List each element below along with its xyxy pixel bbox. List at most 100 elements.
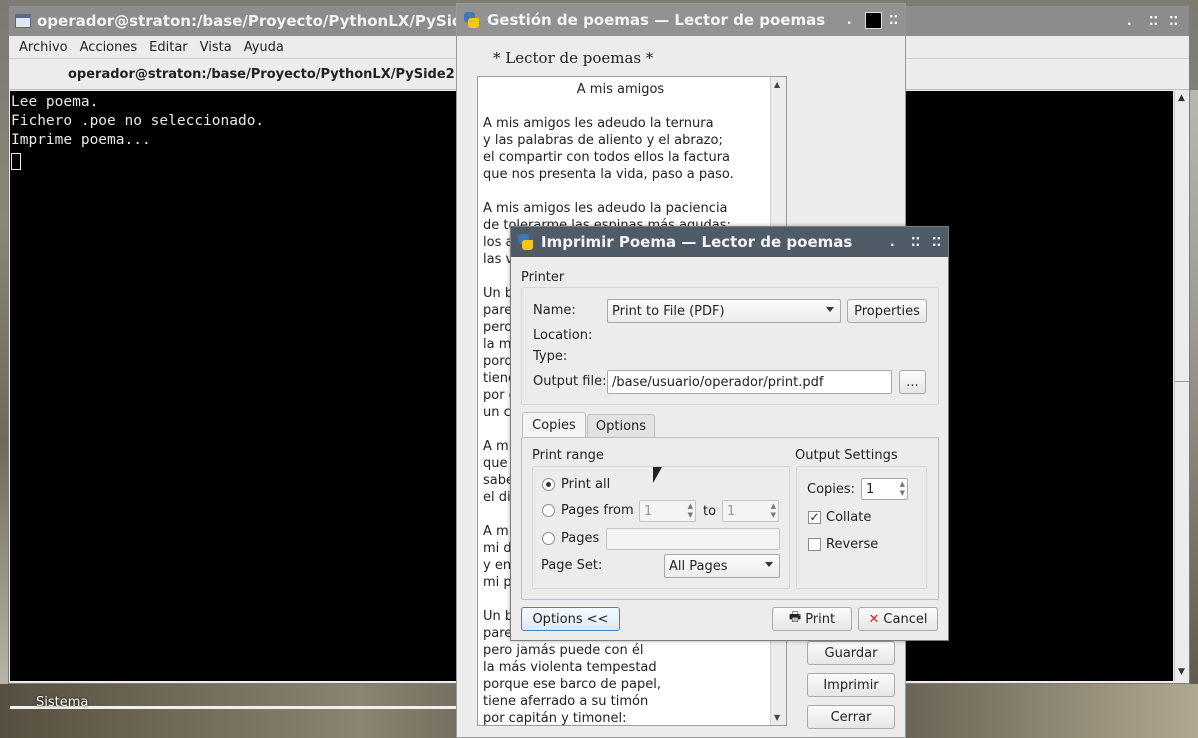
spin-down-icon: ▼	[687, 511, 693, 519]
close-icon[interactable]: ⁚⁚	[889, 13, 898, 27]
from-page-spinbox[interactable]: 1 ▲ ▼	[639, 500, 696, 522]
poem-line: pero jamás puede con él	[483, 643, 644, 658]
poem-line: tiene aferrado a su timón	[483, 694, 649, 709]
pages-radio[interactable]	[542, 532, 555, 545]
copies-value: 1	[866, 481, 875, 497]
spin-down-icon: ▼	[899, 489, 905, 497]
print-all-label: Print all	[561, 477, 611, 492]
close-button[interactable]: Cerrar	[807, 705, 895, 729]
menu-editar[interactable]: Editar	[143, 40, 194, 55]
options-toggle-button[interactable]: Options <<	[521, 607, 620, 631]
spin-up-icon: ▲	[687, 502, 693, 510]
python-icon	[462, 11, 480, 29]
type-label: Type:	[533, 349, 568, 364]
poem-line: la más violenta tempestad	[483, 660, 657, 675]
print-dialog-titlebar[interactable]: Imprimir Poema — Lector de poemas . ⁚⁚ ⁚…	[511, 227, 948, 257]
poem-line: que nos presenta la vida, paso a paso.	[483, 167, 734, 182]
printer-name-select[interactable]: Print to File (PDF)	[607, 299, 841, 323]
menu-vista[interactable]: Vista	[194, 40, 238, 55]
poem-line: y las palabras de aliento y el abrazo;	[483, 133, 723, 148]
page-set-select[interactable]: All Pages	[664, 554, 780, 578]
poem-line: por capitán y timonel:	[483, 711, 627, 726]
text-cursor	[11, 153, 21, 170]
properties-button[interactable]: Properties	[847, 299, 927, 323]
chevron-down-icon	[826, 307, 834, 312]
collate-checkbox[interactable]: ✓	[808, 511, 821, 524]
maximize-icon[interactable]: ⁚⁚	[1149, 14, 1158, 28]
print-dialog-title: Imprimir Poema — Lector de poemas	[541, 233, 853, 251]
browse-button[interactable]: ...	[899, 370, 926, 394]
pages-label: Pages	[561, 531, 600, 546]
chevron-down-icon	[765, 562, 773, 567]
terminal-title: operador@straton:/base/Proyecto/PythonLX…	[37, 12, 484, 30]
scroll-down-icon[interactable]: ▼	[774, 713, 780, 722]
printer-icon: 🖶	[788, 610, 802, 625]
output-file-input[interactable]: /base/usuario/operador/print.pdf	[607, 370, 892, 394]
save-button[interactable]: Guardar	[807, 641, 895, 665]
scroll-handle[interactable]	[1175, 381, 1189, 382]
tab-options[interactable]: Options	[587, 414, 655, 438]
menu-archivo[interactable]: Archivo	[13, 40, 74, 55]
close-icon[interactable]: ⁚⁚	[1169, 14, 1178, 28]
name-label: Name:	[533, 303, 576, 318]
poem-window-title: Gestión de poemas — Lector de poemas	[487, 11, 826, 29]
menu-acciones[interactable]: Acciones	[74, 40, 144, 55]
tab-copies[interactable]: Copies	[522, 412, 586, 438]
print-range-label: Print range	[532, 448, 604, 463]
print-button-label: Print	[805, 611, 836, 627]
poem-line: porque ese barco de papel,	[483, 677, 661, 692]
print-all-radio[interactable]	[542, 478, 555, 491]
reverse-label: Reverse	[826, 537, 879, 552]
poem-heading: * Lector de poemas *	[493, 49, 654, 67]
print-dialog: Imprimir Poema — Lector de poemas . ⁚⁚ ⁚…	[510, 226, 949, 641]
spin-up-icon: ▲	[770, 502, 776, 510]
poem-title: A mis amigos	[576, 82, 665, 97]
output-file-label: Output file:	[533, 374, 607, 389]
to-label: to	[703, 504, 717, 519]
pages-input[interactable]	[606, 528, 780, 550]
copies-spinbox[interactable]: 1 ▲ ▼	[861, 478, 908, 500]
page-set-label: Page Set:	[541, 558, 603, 573]
from-page-value: 1	[644, 503, 653, 519]
pages-from-radio[interactable]	[542, 504, 555, 517]
minimize-icon[interactable]: .	[847, 13, 852, 27]
spin-up-icon: ▲	[899, 480, 905, 488]
printer-group-label: Printer	[521, 270, 565, 285]
mouse-pointer-icon	[653, 467, 662, 483]
terminal-scrollbar[interactable]: ▲ ▼	[1174, 91, 1189, 681]
poem-line: A mis amigos les adeudo la ternura	[483, 116, 714, 131]
minimize-icon[interactable]: .	[1127, 14, 1132, 28]
printer-name-value: Print to File (PDF)	[612, 303, 725, 319]
maximize-icon[interactable]	[865, 12, 882, 29]
close-icon[interactable]: ⁚⁚	[932, 235, 941, 249]
pages-from-label: Pages from	[561, 503, 634, 518]
print-poem-button[interactable]: Imprimir	[807, 673, 895, 697]
scroll-up-icon[interactable]: ▲	[774, 80, 780, 89]
page-set-value: All Pages	[669, 558, 728, 574]
python-icon	[516, 233, 534, 251]
options-toggle-label: Options <<	[532, 611, 609, 627]
cancel-button-label: Cancel	[883, 611, 928, 627]
print-button[interactable]: 🖶 Print	[772, 607, 852, 631]
to-page-spinbox[interactable]: 1 ▲ ▼	[722, 500, 779, 522]
maximize-icon[interactable]: ⁚⁚	[911, 235, 920, 249]
minimize-icon[interactable]: .	[890, 235, 895, 249]
reverse-checkbox[interactable]	[808, 538, 821, 551]
cancel-icon: ✕	[868, 611, 880, 627]
collate-label: Collate	[826, 510, 872, 525]
poem-titlebar[interactable]: Gestión de poemas — Lector de poemas . ⁚…	[457, 4, 905, 36]
copies-label: Copies:	[807, 482, 856, 497]
menu-ayuda[interactable]: Ayuda	[238, 40, 290, 55]
terminal-icon	[15, 14, 31, 28]
poem-line: A mis amigos les adeudo la paciencia	[483, 201, 728, 216]
location-label: Location:	[533, 328, 593, 343]
to-page-value: 1	[727, 503, 736, 519]
scroll-up-icon[interactable]: ▲	[1178, 93, 1185, 103]
cancel-button[interactable]: ✕ Cancel	[858, 607, 938, 631]
scroll-down-icon[interactable]: ▼	[1178, 667, 1185, 677]
spin-down-icon: ▼	[770, 511, 776, 519]
desktop-icon-label[interactable]: Sistema	[36, 695, 88, 710]
poem-line: el compartir con todos ellos la factura	[483, 150, 731, 165]
output-settings-label: Output Settings	[795, 448, 898, 463]
properties-button-label: Properties	[854, 303, 920, 319]
